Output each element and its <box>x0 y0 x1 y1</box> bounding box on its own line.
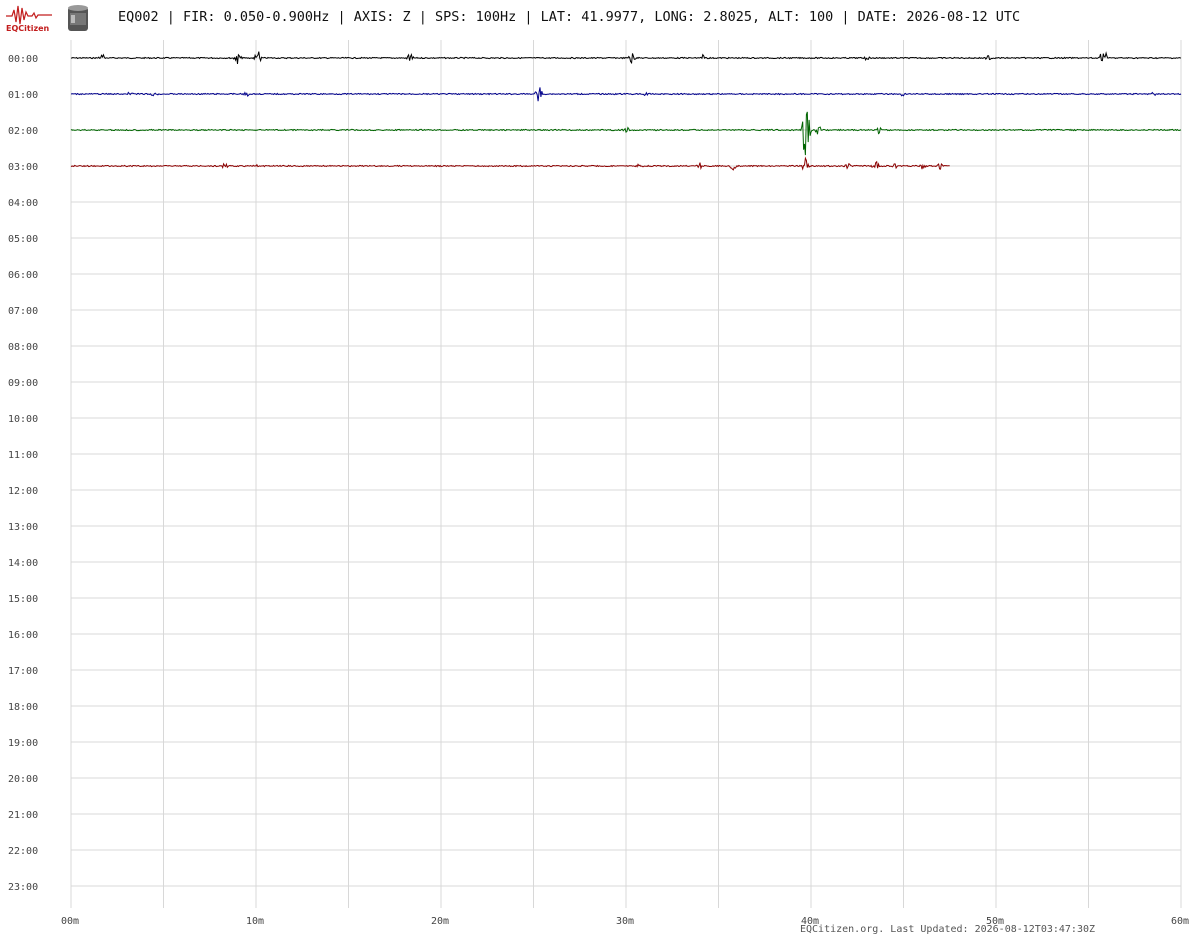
y-tick-label: 07:00 <box>8 306 38 317</box>
x-tick-label: 60m <box>1171 916 1189 927</box>
y-tick-label: 05:00 <box>8 234 38 245</box>
y-tick-label: 20:00 <box>8 774 38 785</box>
y-tick-label: 13:00 <box>8 522 38 533</box>
y-tick-label: 18:00 <box>8 702 38 713</box>
y-tick-label: 00:00 <box>8 54 38 65</box>
y-tick-label: 03:00 <box>8 162 38 173</box>
y-tick-label: 16:00 <box>8 630 38 641</box>
x-tick-label: 00m <box>61 916 79 927</box>
helicorder-chart: 00:00 01:00 02:00 03:00 04:00 05:00 06:00 07:00… <box>8 40 1189 927</box>
y-tick-label: 23:00 <box>8 882 38 893</box>
y-tick-label: 22:00 <box>8 846 38 857</box>
y-tick-label: 04:00 <box>8 198 38 209</box>
y-tick-label: 21:00 <box>8 810 38 821</box>
y-tick-label: 08:00 <box>8 342 38 353</box>
trace-0300 <box>70 156 950 171</box>
x-tick-label: 20m <box>431 916 449 927</box>
y-tick-label: 06:00 <box>8 270 38 281</box>
y-tick-label: 02:00 <box>8 126 38 137</box>
y-tick-label: 11:00 <box>8 450 38 461</box>
y-tick-label: 09:00 <box>8 378 38 389</box>
y-tick-label: 14:00 <box>8 558 38 569</box>
y-tick-label: 12:00 <box>8 486 38 497</box>
y-tick-label: 17:00 <box>8 666 38 677</box>
x-tick-label: 10m <box>246 916 264 927</box>
footer-last-updated: EQCitizen.org. Last Updated: 2026-08-12T… <box>800 924 1096 935</box>
y-tick-label: 15:00 <box>8 594 38 605</box>
x-tick-label: 30m <box>616 916 634 927</box>
y-tick-label: 01:00 <box>8 90 38 101</box>
y-tick-label: 19:00 <box>8 738 38 749</box>
y-tick-label: 10:00 <box>8 414 38 425</box>
